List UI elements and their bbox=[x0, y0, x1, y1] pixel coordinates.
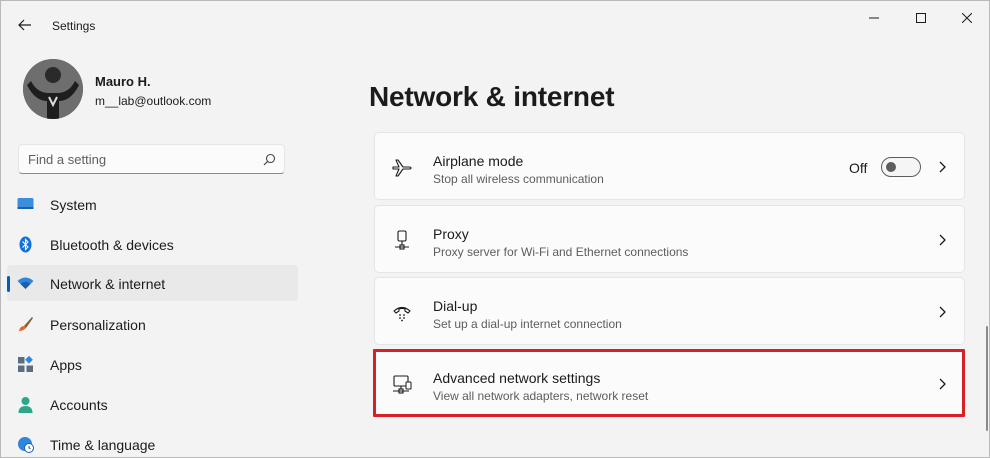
back-button[interactable] bbox=[11, 11, 39, 39]
airplane-mode-card[interactable]: Airplane mode Stop all wireless communic… bbox=[374, 132, 965, 200]
sidebar-item-label: Apps bbox=[50, 357, 82, 373]
wifi-icon bbox=[17, 277, 34, 289]
selection-indicator bbox=[7, 276, 10, 292]
sidebar-item-personalization[interactable]: Personalization bbox=[7, 306, 298, 342]
page-title: Network & internet bbox=[369, 81, 615, 112]
proxy-card[interactable]: Proxy Proxy server for Wi-Fi and Etherne… bbox=[374, 205, 965, 273]
advanced-network-settings-card[interactable]: Advanced network settings View all netwo… bbox=[374, 349, 965, 417]
search-box[interactable] bbox=[18, 144, 285, 174]
chevron-right-icon bbox=[939, 378, 946, 390]
airplane-mode-toggle[interactable] bbox=[881, 157, 921, 177]
sidebar-item-accounts[interactable]: Accounts bbox=[7, 386, 298, 422]
close-button[interactable] bbox=[944, 1, 989, 35]
card-title: Dial-up bbox=[433, 298, 478, 314]
sidebar-item-bluetooth[interactable]: Bluetooth & devices bbox=[7, 226, 298, 262]
maximize-icon bbox=[916, 13, 926, 23]
chevron-right-icon bbox=[939, 306, 946, 318]
paintbrush-icon bbox=[19, 317, 33, 331]
card-description: Proxy server for Wi-Fi and Ethernet conn… bbox=[433, 245, 689, 259]
sidebar-item-label: Time & language bbox=[50, 437, 156, 453]
dialup-icon bbox=[393, 306, 411, 322]
minimize-button[interactable] bbox=[851, 1, 897, 35]
sidebar-item-system[interactable]: System bbox=[7, 186, 298, 222]
sidebar-item-label: Network & internet bbox=[50, 276, 166, 292]
card-title: Airplane mode bbox=[433, 153, 524, 169]
sidebar-item-apps[interactable]: Apps bbox=[7, 346, 298, 382]
card-title: Advanced network settings bbox=[433, 370, 601, 386]
apps-icon bbox=[18, 356, 33, 372]
title-bar: Settings bbox=[1, 1, 989, 49]
settings-window: Settings Mauro H. m__lab@outlook.com Fin… bbox=[0, 0, 990, 458]
card-description: Set up a dial-up internet connection bbox=[433, 317, 622, 331]
user-name: Mauro H. bbox=[95, 74, 151, 89]
proxy-icon bbox=[395, 230, 409, 250]
monitor-icon bbox=[17, 198, 34, 209]
chevron-right-icon bbox=[939, 234, 946, 246]
minimize-icon bbox=[869, 17, 879, 19]
card-title: Proxy bbox=[433, 226, 469, 242]
back-arrow-icon bbox=[18, 19, 31, 31]
airplane-icon bbox=[392, 159, 412, 177]
chevron-right-icon bbox=[939, 161, 946, 173]
globe-clock-icon bbox=[18, 437, 34, 453]
close-icon bbox=[962, 13, 972, 23]
person-icon bbox=[18, 397, 33, 413]
sidebar-item-time-language[interactable]: Time & language bbox=[7, 426, 298, 457]
app-title: Settings bbox=[52, 19, 96, 33]
network-adapter-icon bbox=[393, 375, 412, 394]
user-email: m__lab@outlook.com bbox=[95, 94, 212, 108]
avatar[interactable] bbox=[23, 59, 83, 119]
sidebar-item-label: Personalization bbox=[50, 317, 146, 333]
bluetooth-icon bbox=[19, 236, 32, 253]
avatar-image-icon bbox=[23, 59, 83, 119]
sidebar-item-network[interactable]: Network & internet bbox=[7, 265, 298, 301]
search-icon[interactable] bbox=[263, 153, 276, 166]
sidebar-item-label: System bbox=[50, 197, 97, 213]
scrollbar[interactable] bbox=[986, 326, 988, 431]
sidebar-item-label: Bluetooth & devices bbox=[50, 237, 174, 253]
search-input[interactable] bbox=[28, 150, 248, 168]
dialup-card[interactable]: Dial-up Set up a dial-up internet connec… bbox=[374, 277, 965, 345]
sidebar-item-label: Accounts bbox=[50, 397, 108, 413]
maximize-button[interactable] bbox=[898, 1, 944, 35]
toggle-state-label: Off bbox=[849, 160, 868, 176]
toggle-knob bbox=[886, 162, 896, 172]
card-description: View all network adapters, network reset bbox=[433, 389, 649, 403]
card-description: Stop all wireless communication bbox=[433, 172, 604, 186]
